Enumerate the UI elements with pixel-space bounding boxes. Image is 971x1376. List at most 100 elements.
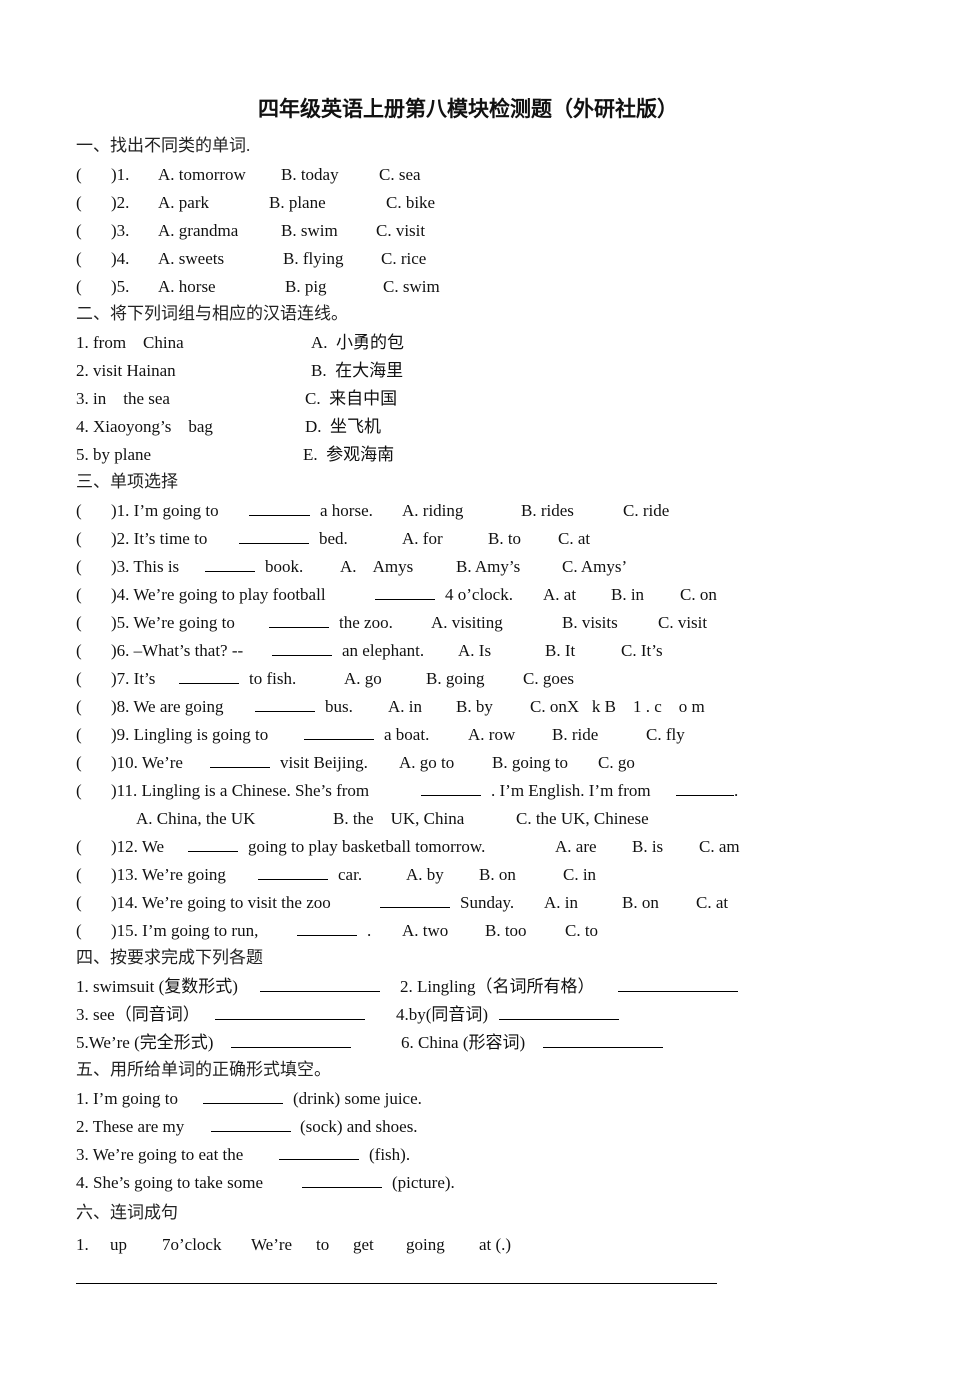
answer-paren[interactable]: (	[76, 641, 82, 661]
answer-paren[interactable]: (	[76, 837, 82, 857]
option-b: B. rides	[521, 501, 574, 520]
answer-paren[interactable]: (	[76, 669, 82, 689]
option-a: A. grandma	[158, 221, 239, 240]
blank-line[interactable]	[297, 921, 357, 941]
blank-line[interactable]	[380, 893, 450, 913]
answer-paren[interactable]: (	[76, 725, 82, 745]
match-right-item[interactable]: C. 来自中国	[305, 389, 397, 409]
option-c: C. swim	[383, 277, 440, 296]
answer-paren[interactable]: (	[76, 221, 82, 241]
answer-paren[interactable]: (	[76, 193, 82, 213]
blank-line[interactable]	[188, 837, 238, 857]
blank-line[interactable]	[249, 501, 310, 521]
match-right-item[interactable]: B. 在大海里	[311, 361, 403, 381]
match-right-item[interactable]: A. 小勇的包	[311, 333, 404, 353]
match-left-item[interactable]: 4. Xiaoyong’s bag	[76, 417, 213, 437]
question-stem: )13. We’re going	[111, 865, 226, 884]
option-b: B. pig	[285, 277, 327, 296]
answer-paren[interactable]: (	[76, 893, 82, 913]
answer-paren[interactable]: (	[76, 249, 82, 269]
question-stem: )14. We’re going to visit the zoo	[111, 893, 331, 912]
answer-paren[interactable]: (	[76, 585, 82, 605]
option-c: C. Amys’	[562, 557, 628, 576]
question-stem-end: 4 o’clock.	[445, 585, 513, 604]
option-b: B. Amy’s	[456, 557, 521, 576]
option-c: C. at	[558, 529, 591, 548]
option-c: C. the UK, Chinese	[516, 809, 649, 828]
option-c: C. fly	[646, 725, 685, 744]
fill-hint: (drink) some juice.	[293, 1089, 422, 1108]
blank-line[interactable]	[239, 529, 309, 549]
answer-paren[interactable]: (	[76, 865, 82, 885]
word-token: up	[110, 1235, 127, 1254]
answer-paren[interactable]: (	[76, 781, 82, 801]
option-b: B. going to	[492, 753, 569, 772]
word-token: 7o’clock	[162, 1235, 222, 1254]
option-b: B. going	[426, 669, 485, 688]
option-c: C. am	[699, 837, 740, 856]
blank-line[interactable]	[272, 641, 332, 661]
answer-paren[interactable]: (	[76, 613, 82, 633]
word-token: at (.)	[479, 1235, 512, 1254]
option-c: C. to	[565, 921, 599, 940]
blank-line[interactable]	[269, 613, 329, 633]
match-left-item[interactable]: 2. visit Hainan	[76, 361, 176, 381]
question-stem: )11. Lingling is a Chinese. She’s from	[111, 781, 370, 800]
answer-line[interactable]	[543, 1033, 663, 1053]
answer-line[interactable]	[231, 1033, 351, 1053]
blank-line[interactable]	[304, 725, 374, 745]
blank-line[interactable]	[205, 557, 255, 577]
word-token: get	[353, 1235, 374, 1254]
option-b: B. swim	[281, 221, 338, 240]
option-a: A. at	[543, 585, 577, 604]
answer-line[interactable]	[260, 977, 380, 997]
match-right-item[interactable]: D. 坐飞机	[305, 417, 381, 437]
answer-line[interactable]	[215, 1005, 365, 1025]
answer-paren[interactable]: (	[76, 697, 82, 717]
blank-line[interactable]	[210, 753, 270, 773]
option-a: A. Is	[458, 641, 492, 660]
answer-paren[interactable]: (	[76, 501, 82, 521]
task-prompt: 6. China (形容词)	[401, 1033, 526, 1052]
match-right-item[interactable]: E. 参观海南	[303, 445, 394, 465]
match-left-item[interactable]: 1. from China	[76, 333, 184, 353]
blank-line[interactable]	[302, 1173, 382, 1193]
blank-line[interactable]	[203, 1089, 283, 1109]
blank-line[interactable]	[676, 781, 734, 801]
answer-paren[interactable]: (	[76, 753, 82, 773]
blank-line[interactable]	[179, 669, 239, 689]
option-c: C. visit	[376, 221, 426, 240]
answer-paren[interactable]: (	[76, 165, 82, 185]
blank-line[interactable]	[211, 1117, 291, 1137]
match-left-item[interactable]: 3. in the sea	[76, 389, 170, 409]
option-b: B. is	[632, 837, 664, 856]
blank-line[interactable]	[255, 697, 315, 717]
answer-paren[interactable]: (	[76, 921, 82, 941]
blank-line[interactable]	[421, 781, 481, 801]
blank-line[interactable]	[375, 585, 435, 605]
answer-line[interactable]	[499, 1005, 619, 1025]
option-b: B. by	[456, 697, 493, 716]
option-b: B. flying	[283, 249, 344, 268]
section-heading-4: 四、按要求完成下列各题	[76, 948, 263, 967]
question-stem-end: going to play basketball tomorrow.	[248, 837, 486, 856]
question-stem: )4. We’re going to play football	[111, 585, 326, 604]
option-a: A. two	[402, 921, 449, 940]
answer-paren[interactable]: (	[76, 557, 82, 577]
match-left-item[interactable]: 5. by plane	[76, 445, 151, 465]
blank-line[interactable]	[279, 1145, 359, 1165]
question-number: )1.	[111, 165, 130, 184]
answer-paren[interactable]: (	[76, 277, 82, 297]
question-stem-end: visit Beijing.	[280, 753, 368, 772]
question-stem: )8. We are going	[111, 697, 224, 716]
option-c: C. rice	[381, 249, 427, 268]
question-stem: )2. It’s time to	[111, 529, 208, 548]
answer-line[interactable]	[618, 977, 738, 997]
answer-line[interactable]	[76, 1283, 717, 1284]
option-a: A. go	[344, 669, 382, 688]
answer-paren[interactable]: (	[76, 529, 82, 549]
blank-line[interactable]	[258, 865, 328, 885]
item-number: 1.	[76, 1235, 89, 1254]
question-stem-end: bed.	[319, 529, 348, 548]
option-b: B. the UK, China	[333, 809, 465, 828]
